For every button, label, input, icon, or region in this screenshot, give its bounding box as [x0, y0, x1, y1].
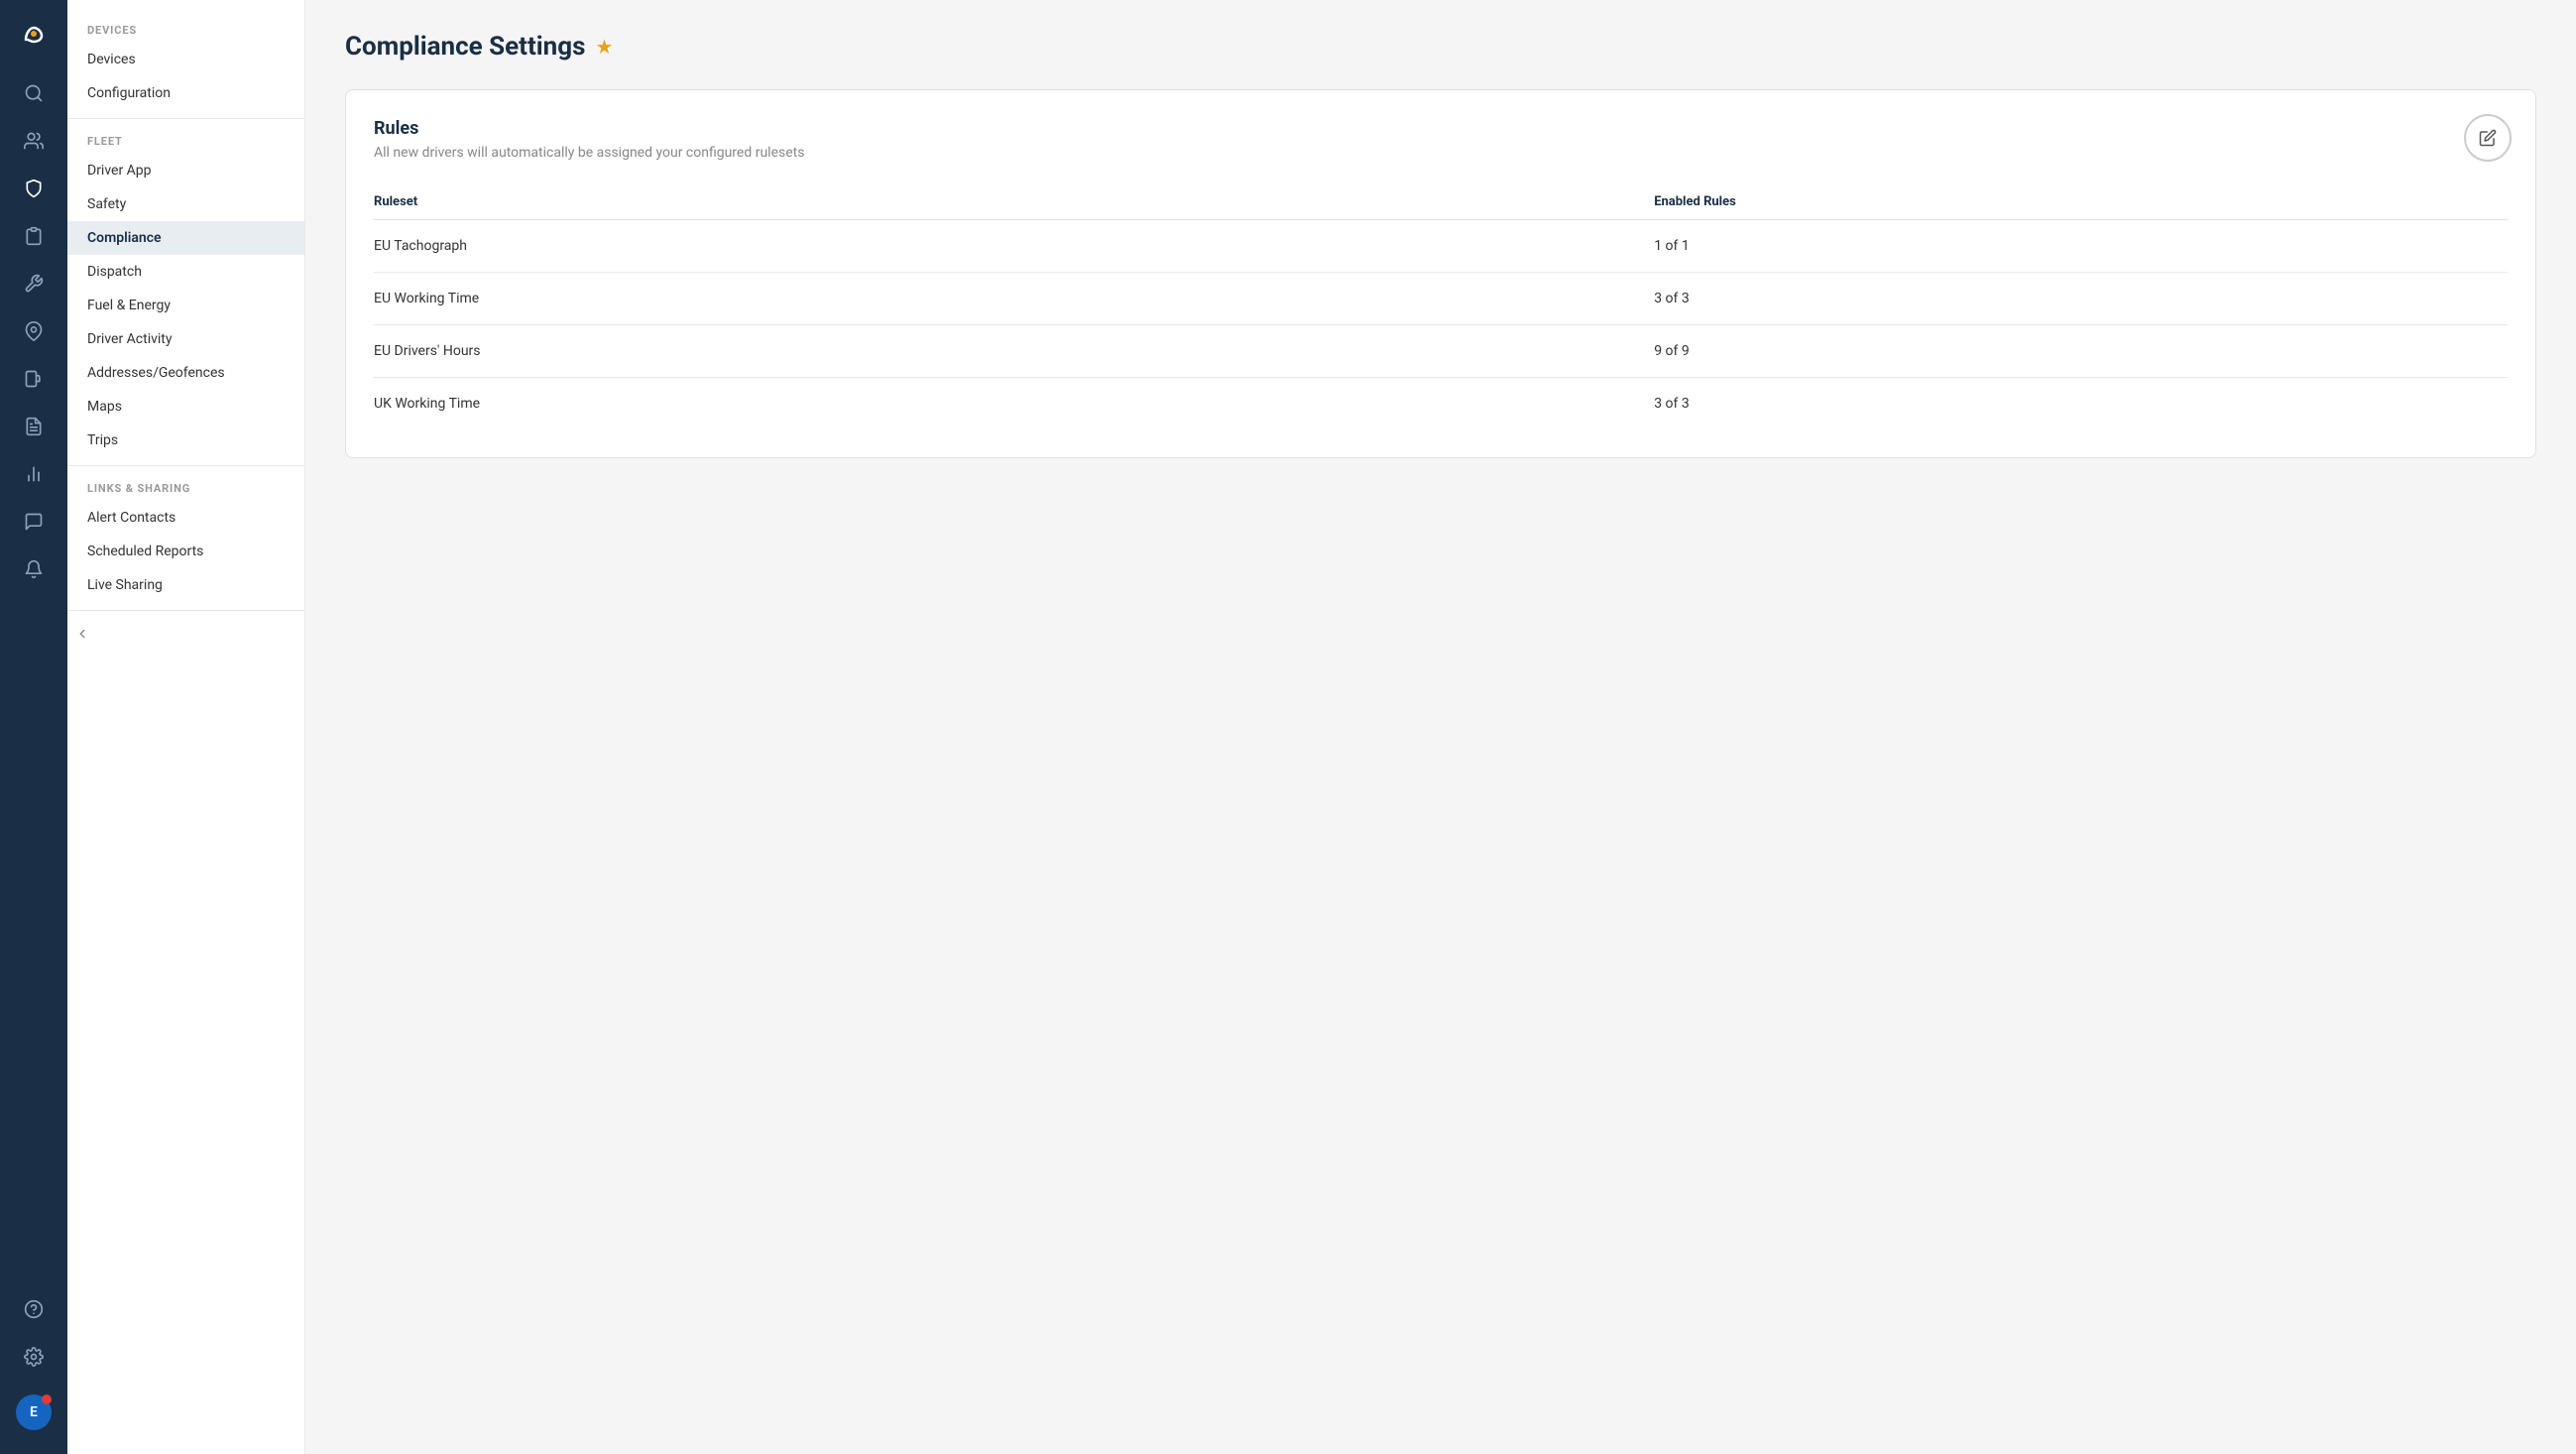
clipboard-nav-icon[interactable] [12, 214, 56, 258]
col-header-enabled: Enabled Rules [1654, 184, 2508, 220]
chart-nav-icon[interactable] [12, 452, 56, 496]
enabled-rules-cell: 9 of 9 [1654, 325, 2508, 378]
nav-item-alert-contacts[interactable]: Alert Contacts [67, 501, 304, 535]
rules-table-head: Ruleset Enabled Rules [374, 184, 2508, 220]
rules-table-body: EU Tachograph1 of 1EU Working Time3 of 3… [374, 220, 2508, 430]
avatar-notification-badge [42, 1394, 52, 1404]
ruleset-cell: EU Working Time [374, 273, 1654, 325]
report-nav-icon[interactable] [12, 405, 56, 448]
settings-nav-icon[interactable] [12, 1335, 56, 1379]
col-header-ruleset: Ruleset [374, 184, 1654, 220]
nav-item-fuel-energy[interactable]: Fuel & Energy [67, 289, 304, 322]
user-avatar[interactable]: E [16, 1394, 52, 1430]
enabled-rules-cell: 3 of 3 [1654, 378, 2508, 430]
collapse-sidebar-button[interactable] [67, 619, 97, 649]
nav-item-maps[interactable]: Maps [67, 390, 304, 424]
nav-item-safety[interactable]: Safety [67, 187, 304, 221]
help-nav-icon[interactable] [12, 1287, 56, 1331]
people-nav-icon[interactable] [12, 119, 56, 163]
nav-item-addresses-geofences[interactable]: Addresses/Geofences [67, 356, 304, 390]
nav-item-trips[interactable]: Trips [67, 424, 304, 457]
nav-item-dispatch[interactable]: Dispatch [67, 255, 304, 289]
enabled-rules-cell: 3 of 3 [1654, 273, 2508, 325]
fuel-nav-icon[interactable] [12, 357, 56, 401]
table-row: EU Drivers' Hours9 of 9 [374, 325, 2508, 378]
nav-divider-0 [67, 118, 304, 119]
nav-section-label-2: LINKS & SHARING [67, 474, 304, 501]
chat-nav-icon[interactable] [12, 500, 56, 544]
ruleset-cell: UK Working Time [374, 378, 1654, 430]
table-row: UK Working Time3 of 3 [374, 378, 2508, 430]
nav-item-live-sharing[interactable]: Live Sharing [67, 568, 304, 602]
table-row: EU Tachograph1 of 1 [374, 220, 2508, 273]
nav-item-devices[interactable]: Devices [67, 43, 304, 76]
nav-sidebar: DEVICESDevicesConfigurationFLEETDriver A… [67, 0, 305, 1454]
ruleset-cell: EU Tachograph [374, 220, 1654, 273]
rules-card-subtitle: All new drivers will automatically be as… [374, 145, 2508, 161]
favorite-star-icon[interactable]: ★ [595, 35, 613, 59]
page-header: Compliance Settings ★ [345, 32, 2536, 61]
rules-card-title: Rules [374, 118, 2508, 139]
nav-item-driver-app[interactable]: Driver App [67, 154, 304, 187]
avatar-initials: E [30, 1404, 38, 1420]
enabled-rules-cell: 1 of 1 [1654, 220, 2508, 273]
rules-card: Rules All new drivers will automatically… [345, 89, 2536, 458]
nav-section-label-0: DEVICES [67, 16, 304, 43]
page-title: Compliance Settings [345, 32, 585, 61]
nav-item-configuration[interactable]: Configuration [67, 76, 304, 110]
nav-section-label-1: FLEET [67, 127, 304, 154]
nav-item-scheduled-reports[interactable]: Scheduled Reports [67, 535, 304, 568]
ruleset-cell: EU Drivers' Hours [374, 325, 1654, 378]
shield-nav-icon[interactable] [12, 167, 56, 210]
nav-item-compliance[interactable]: Compliance [67, 221, 304, 255]
wrench-nav-icon[interactable] [12, 262, 56, 305]
main-content: Compliance Settings ★ Rules All new driv… [305, 0, 2576, 1454]
nav-item-driver-activity[interactable]: Driver Activity [67, 322, 304, 356]
icon-sidebar: E [0, 0, 67, 1454]
bell-nav-icon[interactable] [12, 547, 56, 591]
table-row: EU Working Time3 of 3 [374, 273, 2508, 325]
edit-rules-button[interactable] [2464, 114, 2512, 162]
map-pin-nav-icon[interactable] [12, 309, 56, 353]
nav-divider-bottom [67, 610, 304, 611]
app-logo[interactable] [12, 12, 56, 56]
nav-divider-1 [67, 465, 304, 466]
rules-table: Ruleset Enabled Rules EU Tachograph1 of … [374, 184, 2508, 429]
search-nav-icon[interactable] [12, 71, 56, 115]
